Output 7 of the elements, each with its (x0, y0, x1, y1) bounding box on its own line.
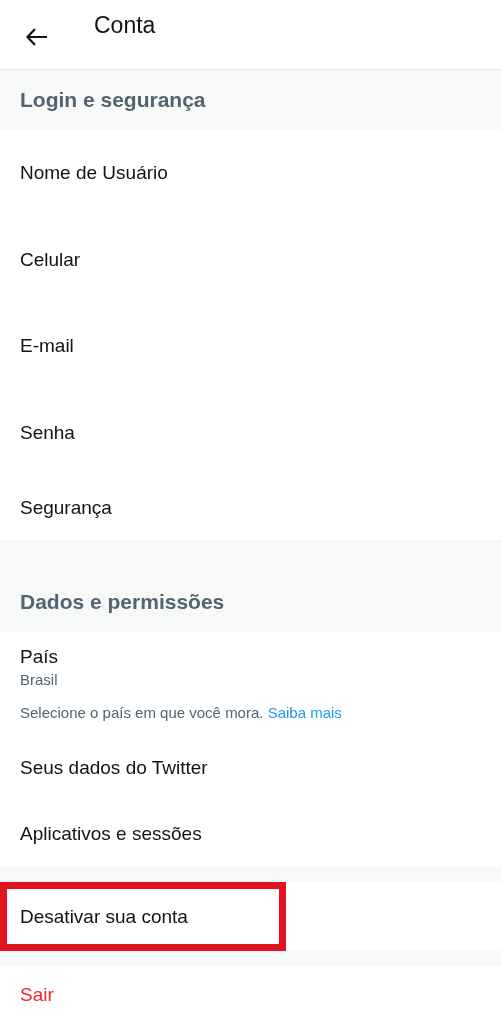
section-title: Login e segurança (20, 88, 206, 112)
section-title: Dados e permissões (20, 589, 225, 613)
item-value: Brasil (20, 670, 59, 688)
item-note: Selecione o país em que você mora. Saiba mais (20, 703, 343, 721)
page-title: Conta (94, 12, 156, 39)
back-arrow-icon (26, 28, 48, 46)
item-label: País (20, 645, 60, 668)
